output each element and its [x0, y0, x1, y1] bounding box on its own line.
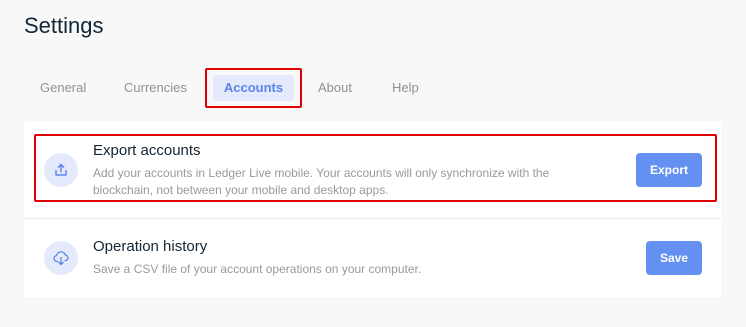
- export-accounts-description: Add your accounts in Ledger Live mobile.…: [93, 166, 550, 197]
- operation-history-title: Operation history: [93, 238, 208, 255]
- tab-currencies[interactable]: Currencies: [124, 76, 187, 100]
- save-button[interactable]: Save: [646, 241, 702, 275]
- upload-icon: [44, 153, 78, 187]
- tab-general[interactable]: General: [40, 76, 86, 100]
- export-accounts-row: Export accounts Add your accounts in Led…: [24, 121, 722, 218]
- operation-history-row: Operation history Save a CSV file of you…: [24, 219, 722, 298]
- tab-accounts[interactable]: Accounts: [213, 75, 294, 101]
- page-title: Settings: [24, 13, 104, 38]
- cloud-download-icon: [44, 241, 78, 275]
- accounts-settings-card: Export accounts Add your accounts in Led…: [24, 121, 722, 298]
- operation-history-description: Save a CSV file of your account operatio…: [93, 262, 422, 276]
- tab-about[interactable]: About: [318, 76, 352, 100]
- tab-help[interactable]: Help: [392, 76, 419, 100]
- settings-page: Settings General Currencies Accounts Abo…: [0, 0, 746, 327]
- tab-accounts-highlight-box: Accounts: [205, 68, 302, 108]
- export-accounts-title: Export accounts: [93, 142, 201, 159]
- export-button[interactable]: Export: [636, 153, 702, 187]
